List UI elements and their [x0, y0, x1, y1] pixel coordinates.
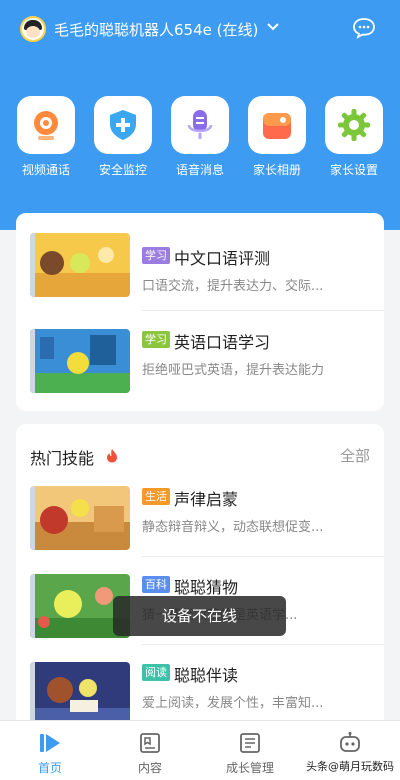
skill-title: 聪聪伴读 [174, 666, 239, 685]
skill-tag: 阅读 [142, 664, 170, 681]
quick-actions-row: 视频通话 安全监控 语音消息 家长相册 家长设置 [0, 96, 400, 186]
video-call-icon [34, 111, 58, 140]
nav-label: 成长管理 [225, 761, 274, 775]
quick-action-label: 家长相册 [252, 163, 301, 177]
skill-thumbnail [30, 486, 130, 550]
fire-icon [107, 449, 117, 463]
content-book-icon [140, 733, 160, 753]
quick-action-parent-album[interactable]: 家长相册 [246, 96, 308, 178]
shield-icon [110, 110, 136, 140]
skill-description: 口语交流，提升表达力、交际... [142, 279, 324, 294]
hot-skills-card: 热门技能 全部 生活 声律启蒙 静态辩音辩义，动态联想促变... 百科 聪聪猜物… [16, 424, 384, 744]
skill-thumbnail [30, 662, 130, 726]
quick-action-label: 语音消息 [175, 163, 224, 177]
watermark-text: 头条@萌月玩数码 [306, 760, 394, 773]
skill-tag: 生活 [142, 488, 170, 505]
skill-description: 静态辩音辩义，动态联想促变... [142, 520, 324, 535]
chat-bubble-icon[interactable] [352, 17, 376, 39]
robot-device-title[interactable]: 毛毛的聪聪机器人654e (在线) [54, 19, 258, 40]
list-item[interactable]: 生活 声律启蒙 静态辩音辩义，动态联想促变... [16, 480, 384, 562]
quick-action-voice-message[interactable]: 语音消息 [169, 96, 231, 178]
nav-tab-growth[interactable]: 成长管理 [200, 721, 300, 780]
learning-skill-card: 学习 中文口语评测 口语交流，提升表达力、交际... 学习 英语口语学习 拒绝哑… [16, 213, 384, 411]
view-all-link[interactable]: 全部 [340, 445, 370, 466]
section-title: 热门技能 [30, 449, 95, 468]
child-avatar-icon[interactable] [20, 16, 46, 42]
growth-report-icon [240, 733, 260, 753]
nav-tab-home[interactable]: 首页 [0, 721, 100, 780]
skill-title: 中文口语评测 [174, 249, 271, 268]
quick-action-label: 安全监控 [98, 163, 147, 177]
microphone-icon [187, 110, 213, 139]
quick-action-parent-settings[interactable]: 家长设置 [323, 96, 385, 178]
skill-thumbnail [30, 233, 130, 297]
quick-action-safety-monitor[interactable]: 安全监控 [92, 96, 154, 178]
divider [142, 644, 384, 645]
skill-title: 声律启蒙 [174, 490, 239, 509]
skill-title: 英语口语学习 [174, 333, 271, 352]
skill-description: 爱上阅读，发展个性，丰富知... [142, 696, 324, 711]
nav-label: 首页 [37, 761, 62, 775]
robot-icon [340, 732, 360, 752]
quick-action-video-call[interactable]: 视频通话 [15, 96, 77, 178]
skill-tag: 学习 [142, 331, 170, 348]
skill-tag: 学习 [142, 247, 170, 264]
list-item[interactable]: 学习 中文口语评测 口语交流，提升表达力、交际... [16, 233, 384, 321]
device-offline-toast: 设备不在线 [113, 596, 286, 636]
skill-description: 拒绝哑巴式英语，提升表达能力 [142, 363, 325, 378]
skill-title: 聪聪猜物 [174, 578, 239, 597]
quick-action-label: 家长设置 [329, 163, 378, 177]
skill-tag: 百科 [142, 576, 170, 593]
nav-tab-content[interactable]: 内容 [100, 721, 200, 780]
home-play-icon [40, 734, 60, 752]
chevron-down-icon[interactable] [266, 20, 280, 34]
skill-thumbnail [30, 329, 130, 393]
divider [142, 556, 384, 557]
gear-icon [338, 109, 370, 141]
top-bar: 毛毛的聪聪机器人654e (在线) [0, 14, 400, 46]
divider [142, 310, 384, 311]
photo-album-icon [263, 113, 291, 139]
quick-action-label: 视频通话 [21, 163, 70, 177]
nav-label: 内容 [137, 761, 162, 775]
list-item[interactable]: 学习 英语口语学习 拒绝哑巴式英语，提升表达能力 [16, 323, 384, 405]
